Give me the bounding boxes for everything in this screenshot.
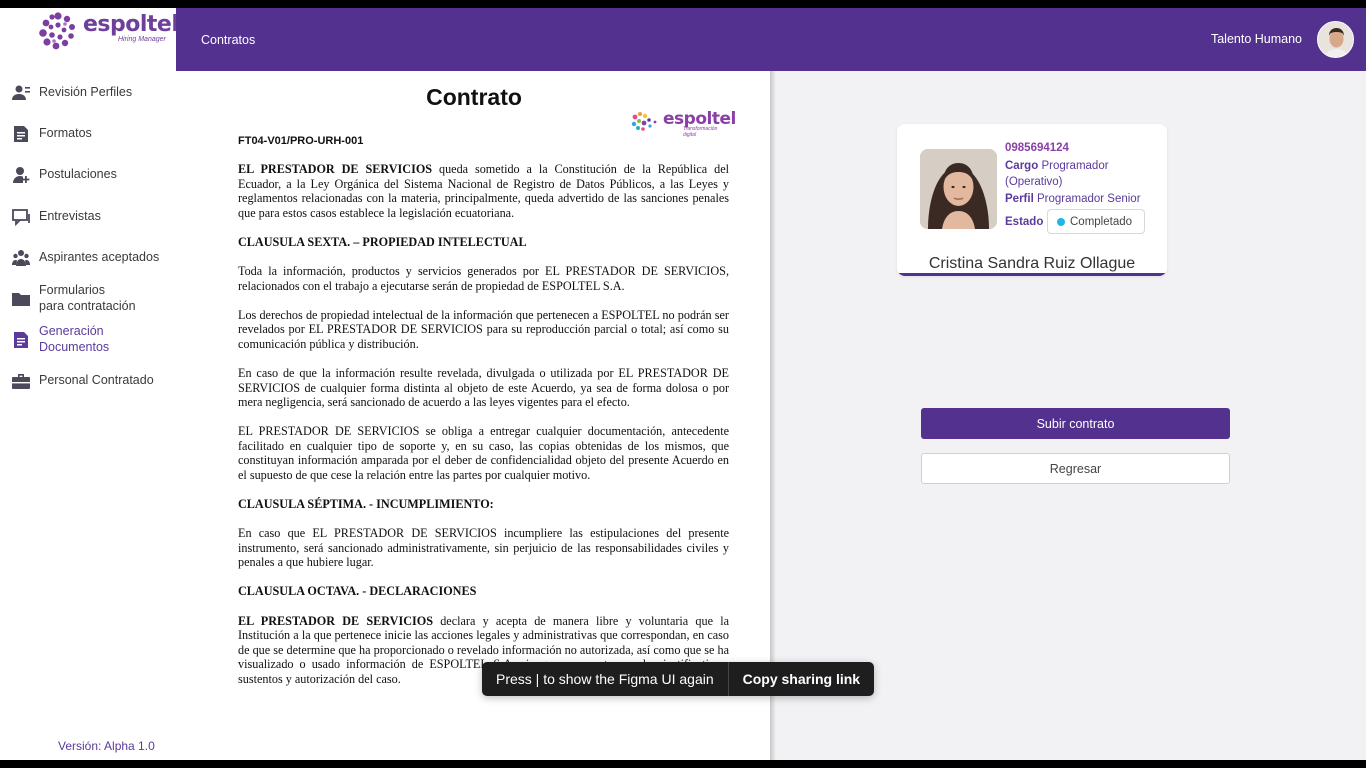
document-logo: espoltel Transformación digital bbox=[631, 109, 736, 138]
document-logo-subtitle: Transformación digital bbox=[683, 126, 718, 138]
sidebar: espoltel Hiring Manager Revisión Perfile… bbox=[0, 8, 179, 760]
clause-heading: CLAUSULA OCTAVA. - DECLARACIONES bbox=[238, 584, 477, 599]
briefcase-icon bbox=[12, 374, 30, 389]
candidate-phone: 0985694124 bbox=[1005, 142, 1069, 154]
sidebar-item-revision-perfiles[interactable]: Revisión Perfiles bbox=[0, 84, 176, 102]
document-icon bbox=[14, 126, 28, 142]
sidebar-item-label: Revisión Perfiles bbox=[39, 85, 133, 100]
figma-toast: Press | to show the Figma UI again Copy … bbox=[482, 662, 875, 696]
sidebar-item-aspirantes-aceptados[interactable]: Aspirantes aceptados bbox=[0, 249, 176, 267]
sidebar-item-label: Personal Contratado bbox=[39, 373, 154, 388]
sidebar-item-label-line1: Generación bbox=[39, 324, 104, 338]
sidebar-item-label: Formularios para contratación bbox=[39, 283, 136, 314]
paragraph: En caso que EL PRESTADOR DE SERVICIOS in… bbox=[238, 526, 729, 570]
candidate-panel: 0985694124 Cargo Programador (Operativo)… bbox=[770, 71, 1366, 760]
candidate-card: 0985694124 Cargo Programador (Operativo)… bbox=[897, 124, 1167, 276]
sidebar-item-label: Entrevistas bbox=[39, 209, 101, 224]
clause-heading: CLAUSULA SÉPTIMA. - INCUMPLIMIENTO: bbox=[238, 497, 494, 512]
app-version: Versión: Alpha 1.0 bbox=[58, 739, 155, 753]
back-button[interactable]: Regresar bbox=[921, 453, 1230, 484]
estado-label: Estado bbox=[1005, 216, 1044, 228]
upload-contract-button[interactable]: Subir contrato bbox=[921, 408, 1230, 439]
paragraph: En caso de que la información resulte re… bbox=[238, 365, 729, 410]
top-header: Contratos Talento Humano bbox=[176, 8, 1366, 71]
perfil-value: Programador Senior bbox=[1036, 193, 1141, 205]
paragraph: EL PRESTADOR DE SERVICIOS queda sometido… bbox=[238, 162, 729, 220]
perfil-label: Perfil bbox=[1005, 193, 1034, 205]
candidate-photo bbox=[920, 149, 997, 229]
chat-icon bbox=[12, 209, 30, 226]
page-title: Contratos bbox=[201, 33, 256, 47]
candidate-perfil: Perfil Programador Senior bbox=[1005, 192, 1155, 208]
candidate-photo-icon bbox=[920, 149, 997, 229]
sidebar-item-label: Aspirantes aceptados bbox=[39, 250, 160, 265]
logo-mark-icon bbox=[631, 112, 657, 131]
sidebar-item-formularios[interactable]: Formularios para contratación bbox=[0, 283, 176, 315]
user-avatar-icon bbox=[1318, 22, 1353, 57]
panel-divider-shadow bbox=[770, 71, 776, 760]
sidebar-item-postulaciones[interactable]: Postulaciones bbox=[0, 166, 176, 184]
logo-mark-icon bbox=[39, 12, 75, 50]
sidebar-item-label-line1: Formularios bbox=[39, 283, 105, 297]
avatar[interactable] bbox=[1317, 21, 1354, 58]
sidebar-item-label: Postulaciones bbox=[39, 167, 117, 182]
user-role[interactable]: Talento Humano bbox=[1211, 32, 1302, 46]
folder-icon bbox=[12, 293, 30, 306]
sidebar-item-label: Generación Documentos bbox=[39, 324, 109, 355]
paragraph: Toda la información, productos y servici… bbox=[238, 263, 729, 293]
candidate-cargo: Cargo Programador (Operativo) bbox=[1005, 159, 1155, 190]
copy-sharing-link-button[interactable]: Copy sharing link bbox=[729, 671, 874, 687]
document-title: Contrato bbox=[426, 84, 522, 110]
paragraph: EL PRESTADOR DE SERVICIOS se obliga a en… bbox=[238, 424, 729, 482]
paragraph-bold: EL PRESTADOR DE SERVICIOS bbox=[238, 613, 434, 628]
candidate-name: Cristina Sandra Ruiz Ollague bbox=[928, 255, 1136, 272]
document-icon bbox=[14, 332, 28, 348]
users-list-icon bbox=[12, 85, 30, 100]
paragraph-bold: EL PRESTADOR DE SERVICIOS bbox=[238, 162, 433, 176]
sidebar-item-label: Formatos bbox=[39, 126, 92, 141]
sidebar-item-label-line2: para contratación bbox=[39, 298, 136, 313]
card-accent-bar bbox=[897, 273, 1167, 276]
status-badge: Completado bbox=[1047, 209, 1145, 234]
logo-text: espoltel bbox=[83, 12, 179, 37]
toast-message: Press | to show the Figma UI again bbox=[482, 662, 729, 696]
contract-document[interactable]: Contrato espoltel Transformación digital… bbox=[176, 71, 770, 760]
app-logo: espoltel Hiring Manager bbox=[38, 11, 179, 51]
document-code: FT04-V01/PRO-URH-001 bbox=[238, 135, 364, 147]
status-text: Completado bbox=[1070, 215, 1133, 228]
clause-heading: CLAUSULA SEXTA. – PROPIEDAD INTELECTUAL bbox=[238, 234, 527, 249]
sidebar-item-label-line2: Documentos bbox=[39, 339, 110, 354]
group-icon bbox=[12, 250, 30, 266]
paragraph: Los derechos de propiedad intelectual de… bbox=[238, 307, 729, 351]
sidebar-item-entrevistas[interactable]: Entrevistas bbox=[0, 208, 176, 226]
add-user-icon bbox=[13, 167, 30, 183]
sidebar-item-personal-contratado[interactable]: Personal Contratado bbox=[0, 372, 176, 390]
logo-subtitle: Hiring Manager bbox=[118, 36, 166, 43]
document-body: EL PRESTADOR DE SERVICIOS queda sometido… bbox=[238, 162, 729, 701]
app-frame: espoltel Hiring Manager Revisión Perfile… bbox=[0, 8, 1366, 760]
status-dot-icon bbox=[1057, 217, 1065, 226]
sidebar-item-generacion-documentos[interactable]: Generación Documentos bbox=[0, 324, 176, 356]
sidebar-item-formatos[interactable]: Formatos bbox=[0, 125, 176, 143]
cargo-label: Cargo bbox=[1005, 160, 1039, 172]
